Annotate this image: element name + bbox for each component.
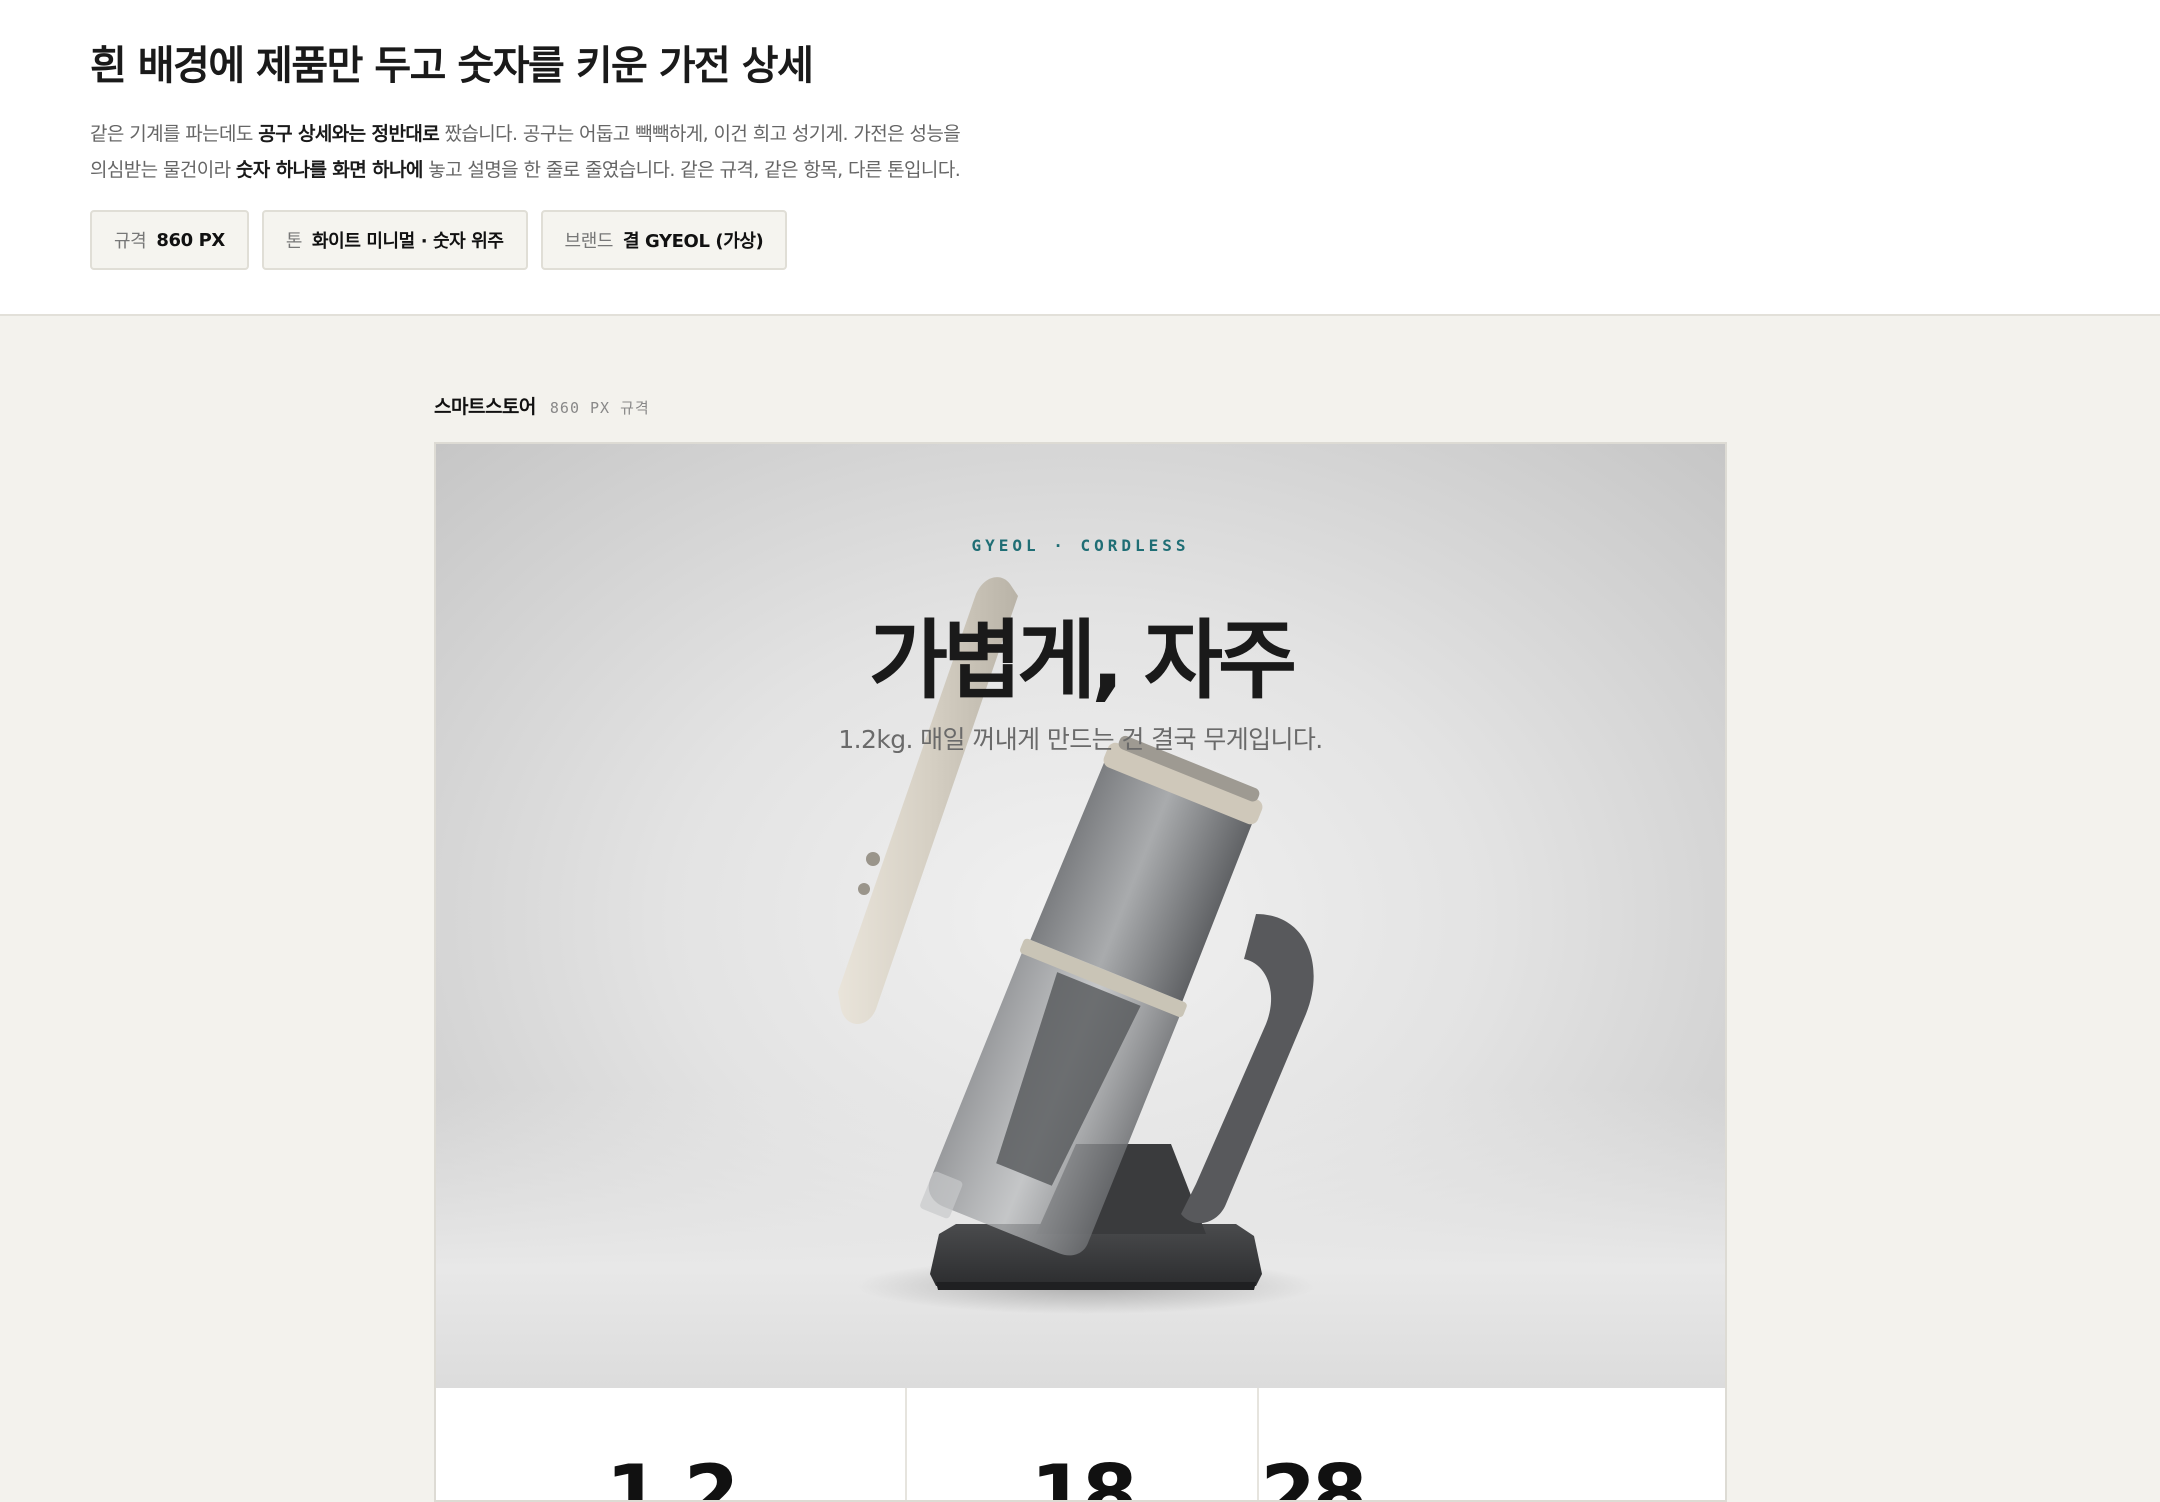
chip-key: 브랜드 bbox=[564, 231, 614, 252]
chip-key: 톤 bbox=[285, 231, 303, 252]
store-label: 스마트스토어 860 PX 규격 bbox=[434, 392, 650, 419]
spec-chips: 규격 860 PX 톤 화이트 미니멀 · 숫자 위주 브랜드 결 GYEOL … bbox=[90, 210, 2070, 270]
stat-number: 1.2 bbox=[605, 1448, 740, 1502]
description-emphasis: 숫자 하나를 화면 하나에 bbox=[235, 159, 423, 181]
stat-number: 18 bbox=[1030, 1448, 1137, 1502]
chip-spec: 규격 860 PX bbox=[90, 210, 249, 270]
product-detail-page[interactable]: GYEOL · CORDLESS 가볍게, 자주 1.2kg. 매일 꺼내게 만… bbox=[434, 442, 1727, 1502]
hero-subline: 1.2kg. 매일 꺼내게 만드는 건 결국 무게입니다. bbox=[838, 725, 1323, 754]
description-line-2: 의심받는 물건이라 숫자 하나를 화면 하나에 놓고 설명을 한 줄로 줄였습니… bbox=[90, 159, 961, 181]
store-name: 스마트스토어 bbox=[434, 396, 536, 418]
chip-tone: 톤 화이트 미니멀 · 숫자 위주 bbox=[261, 210, 528, 270]
intro-header: 흰 배경에 제품만 두고 숫자를 키운 가전 상세 같은 기계를 파는데도 공구… bbox=[0, 0, 2160, 316]
description-text: 짰습니다. 공구는 어둡고 빽빽하게, 이건 희고 성기게. 가전은 성능을 bbox=[439, 123, 961, 145]
description-emphasis: 공구 상세와는 정반대로 bbox=[258, 123, 440, 145]
hero-section: GYEOL · CORDLESS 가볍게, 자주 1.2kg. 매일 꺼내게 만… bbox=[436, 444, 1725, 1388]
page-description: 같은 기계를 파는데도 공구 상세와는 정반대로 짰습니다. 공구는 어둡고 빽… bbox=[90, 116, 1090, 188]
description-text: 같은 기계를 파는데도 bbox=[90, 123, 259, 145]
description-text: 의심받는 물건이라 bbox=[90, 159, 236, 181]
chip-brand: 브랜드 결 GYEOL (가상) bbox=[540, 210, 788, 270]
chip-value: 화이트 미니멀 · 숫자 위주 bbox=[312, 231, 504, 252]
chip-value: 결 GYEOL (가상) bbox=[623, 231, 764, 252]
chip-key: 규격 bbox=[114, 231, 147, 252]
chip-value: 860 PX bbox=[156, 229, 225, 251]
store-spec: 860 PX 규격 bbox=[549, 399, 650, 417]
description-text: 놓고 설명을 한 줄로 줄였습니다. 같은 규격, 같은 항목, 다른 톤입니다… bbox=[422, 159, 961, 181]
hero-headline: 가볍게, 자주 bbox=[868, 611, 1297, 711]
page-title: 흰 배경에 제품만 두고 숫자를 키운 가전 상세 bbox=[90, 43, 814, 89]
vacuum-product-image bbox=[838, 577, 1316, 1314]
stat-number: 28 bbox=[1260, 1448, 1367, 1502]
description-line-1: 같은 기계를 파는데도 공구 상세와는 정반대로 짰습니다. 공구는 어둡고 빽… bbox=[90, 123, 961, 145]
